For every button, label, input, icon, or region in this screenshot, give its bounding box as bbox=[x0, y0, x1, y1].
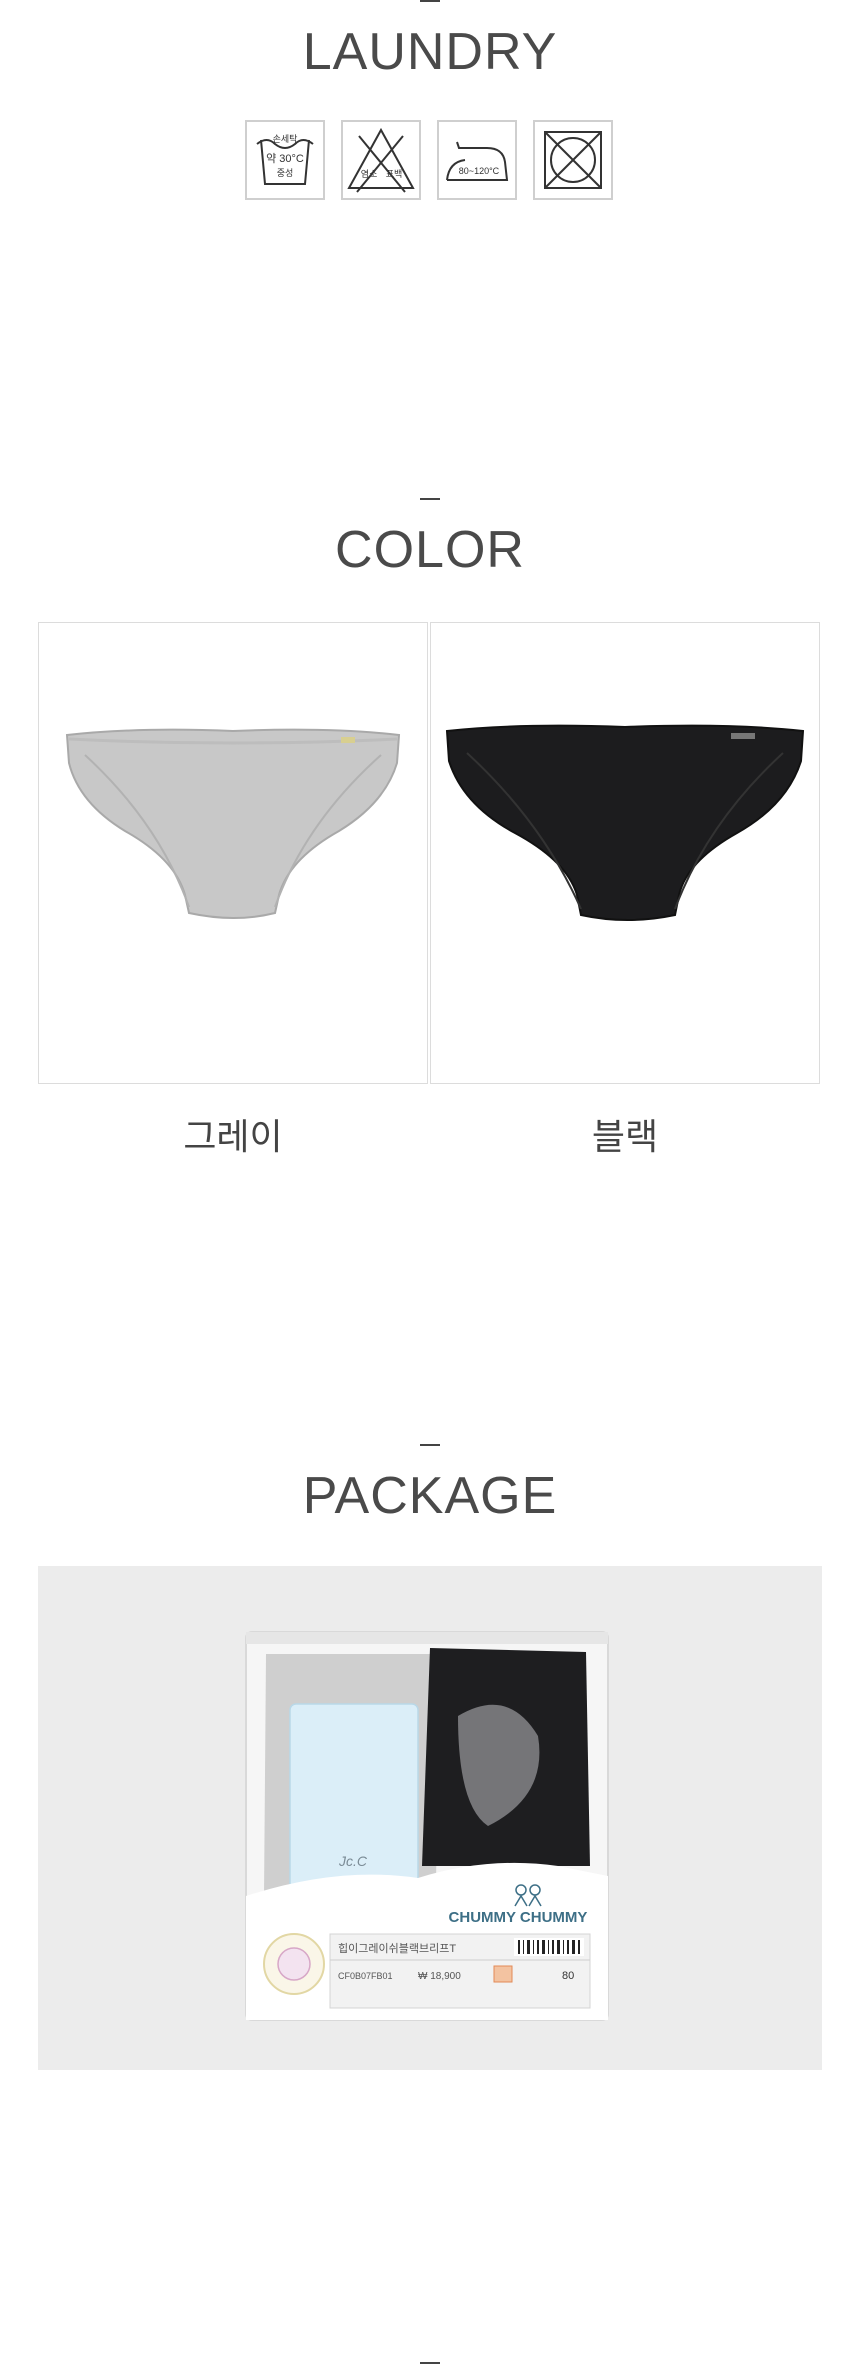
section-dash bbox=[420, 0, 440, 2]
section-dash bbox=[420, 498, 440, 500]
section-dash bbox=[420, 2362, 440, 2364]
no-bleach-left: 염소 bbox=[361, 169, 378, 179]
color-swatch-black[interactable] bbox=[430, 622, 820, 1084]
black-brief-image bbox=[445, 724, 805, 921]
package-brand: CHUMMY CHUMMY bbox=[449, 1909, 588, 1926]
package-title: PACKAGE bbox=[302, 1467, 558, 1525]
barcode-icon bbox=[514, 1938, 584, 1956]
color-label-black: 블랙 bbox=[591, 1116, 659, 1157]
hand-wash-icon: 손세탁 약 30°C 중성 bbox=[245, 120, 325, 200]
color-title: COLOR bbox=[335, 521, 525, 579]
section-dash bbox=[420, 1444, 440, 1446]
hand-wash-line3: 중성 bbox=[277, 168, 294, 178]
no-bleach-right: 표백 bbox=[386, 169, 403, 179]
no-tumble-dry-icon bbox=[533, 120, 613, 200]
iron-icon: 80~120°C bbox=[437, 120, 517, 200]
iron-temp: 80~120°C bbox=[459, 166, 500, 176]
no-bleach-icon: 염소 표백 bbox=[341, 120, 421, 200]
package-photo: Jc.C CHUMMY CHUMMY 힙이그레이쉬블랙브리프T CF0B07FB… bbox=[245, 1631, 609, 2021]
laundry-title: LAUNDRY bbox=[302, 23, 558, 81]
color-label-gray: 그레이 bbox=[183, 1116, 283, 1157]
tag-signature: Jc.C bbox=[338, 1853, 368, 1869]
hand-wash-line2: 약 30°C bbox=[266, 151, 304, 165]
package-size: 80 bbox=[562, 1970, 574, 1982]
hand-wash-line1: 손세탁 bbox=[273, 133, 298, 144]
package-price: ₩ 18,900 bbox=[418, 1971, 461, 1982]
package-image: Jc.C CHUMMY CHUMMY 힙이그레이쉬블랙브리프T CF0B07FB… bbox=[38, 1566, 822, 2070]
laundry-icons: 손세탁 약 30°C 중성 염소 표백 80~120°C bbox=[245, 120, 615, 202]
package-product-name: 힙이그레이쉬블랙브리프T bbox=[338, 1942, 456, 1955]
gray-brief-image bbox=[65, 728, 401, 919]
color-swatch-gray[interactable] bbox=[38, 622, 428, 1084]
package-code: CF0B07FB01 bbox=[338, 1971, 393, 1981]
